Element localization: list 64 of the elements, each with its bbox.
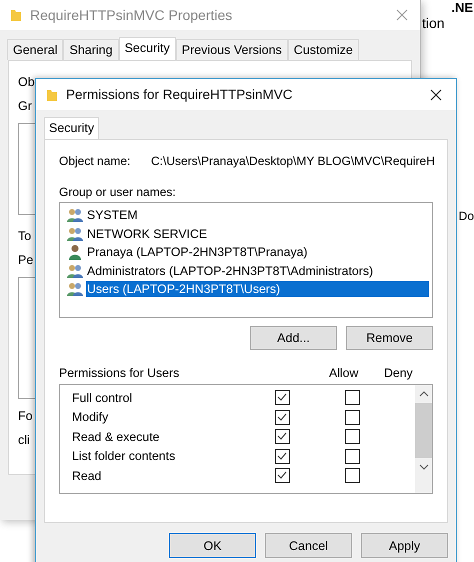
list-item[interactable]: SYSTEM <box>86 207 139 224</box>
label-text: Fo <box>18 409 34 425</box>
object-name-value: C:\Users\Pranaya\Desktop\MY BLOG\MVC\RequireH <box>151 154 435 170</box>
folder-icon <box>46 88 58 102</box>
checkbox[interactable] <box>345 429 360 444</box>
list-item[interactable]: Pranaya (LAPTOP-2HN3PT8T\Pranaya) <box>86 244 309 260</box>
background-text: Do <box>458 209 474 223</box>
permission-name: Full control <box>72 390 134 405</box>
dialog-button[interactable]: OK <box>169 533 256 558</box>
checkbox[interactable] <box>345 410 360 425</box>
user-icon <box>66 244 84 260</box>
label-text: Gr <box>18 99 33 115</box>
dialog-button[interactable]: Cancel <box>265 533 352 558</box>
users-icon <box>66 226 84 242</box>
list-item[interactable]: NETWORK SERVICE <box>86 226 208 242</box>
tab[interactable]: Previous Versions <box>176 39 288 60</box>
check-icon <box>276 469 288 482</box>
column-header: Allow <box>329 366 360 380</box>
check-icon <box>276 391 288 404</box>
list-button[interactable]: Add... <box>250 326 337 350</box>
checkbox[interactable] <box>275 410 290 425</box>
checkbox[interactable] <box>345 390 360 406</box>
checkbox[interactable] <box>275 448 290 464</box>
checkbox[interactable] <box>275 468 290 484</box>
background-text: .NE <box>451 0 473 15</box>
dialog-title: Permissions for RequireHTTPsinMVC <box>66 87 294 102</box>
label-text: Pe <box>18 253 34 269</box>
users-icon <box>66 262 84 279</box>
users-icon <box>66 281 84 298</box>
label-text: Ob <box>18 75 36 91</box>
users-icon <box>66 207 84 224</box>
label-text: cli <box>18 433 31 449</box>
permission-name: Modify <box>72 410 110 424</box>
folder-icon <box>10 8 22 22</box>
window-title: RequireHTTPsinMVC Properties <box>30 7 234 23</box>
checkbox[interactable] <box>275 390 290 406</box>
permission-name: List folder contents <box>72 449 176 464</box>
background-text: tion <box>422 15 445 31</box>
tab[interactable]: Security <box>44 117 100 139</box>
tab[interactable]: Sharing <box>63 39 119 60</box>
close-icon[interactable] <box>430 88 442 100</box>
scroll-down-icon[interactable] <box>418 464 428 470</box>
list-item[interactable]: Users (LAPTOP-2HN3PT8T\Users) <box>86 281 429 298</box>
checkbox[interactable] <box>275 429 290 444</box>
list-button[interactable]: Remove <box>346 326 433 350</box>
label-text: To <box>18 229 32 245</box>
tab[interactable]: General <box>7 39 64 60</box>
list-item[interactable]: Administrators (LAPTOP-2HN3PT8T\Administrators) <box>86 262 374 279</box>
dialog-button[interactable]: Apply <box>361 533 448 558</box>
user-list[interactable]: SYSTEM NETWORK SERVICE Pranaya (LAPTOP-2HN3PT8T\Pranaya) Administrators (LAPTOP-2HN3PT8T\Administrators) Users (LAPTOP-2HN3PT8T\Users) <box>59 202 433 318</box>
permission-name: Read <box>72 468 102 483</box>
scroll-up-icon[interactable] <box>418 391 428 397</box>
tab[interactable]: Security <box>118 37 176 60</box>
scroll-thumb[interactable] <box>415 403 432 458</box>
column-header: Deny <box>384 366 414 380</box>
object-name-label: Object name: <box>59 154 132 170</box>
scrollbar[interactable] <box>415 385 432 493</box>
permission-name: Read & execute <box>72 430 161 444</box>
tab[interactable]: Customize <box>288 39 359 60</box>
permissions-label: Permissions for Users <box>59 366 180 380</box>
checkbox[interactable] <box>345 468 360 484</box>
check-icon <box>276 430 288 442</box>
group-label: Group or user names: <box>59 185 177 199</box>
checkbox[interactable] <box>345 448 360 464</box>
